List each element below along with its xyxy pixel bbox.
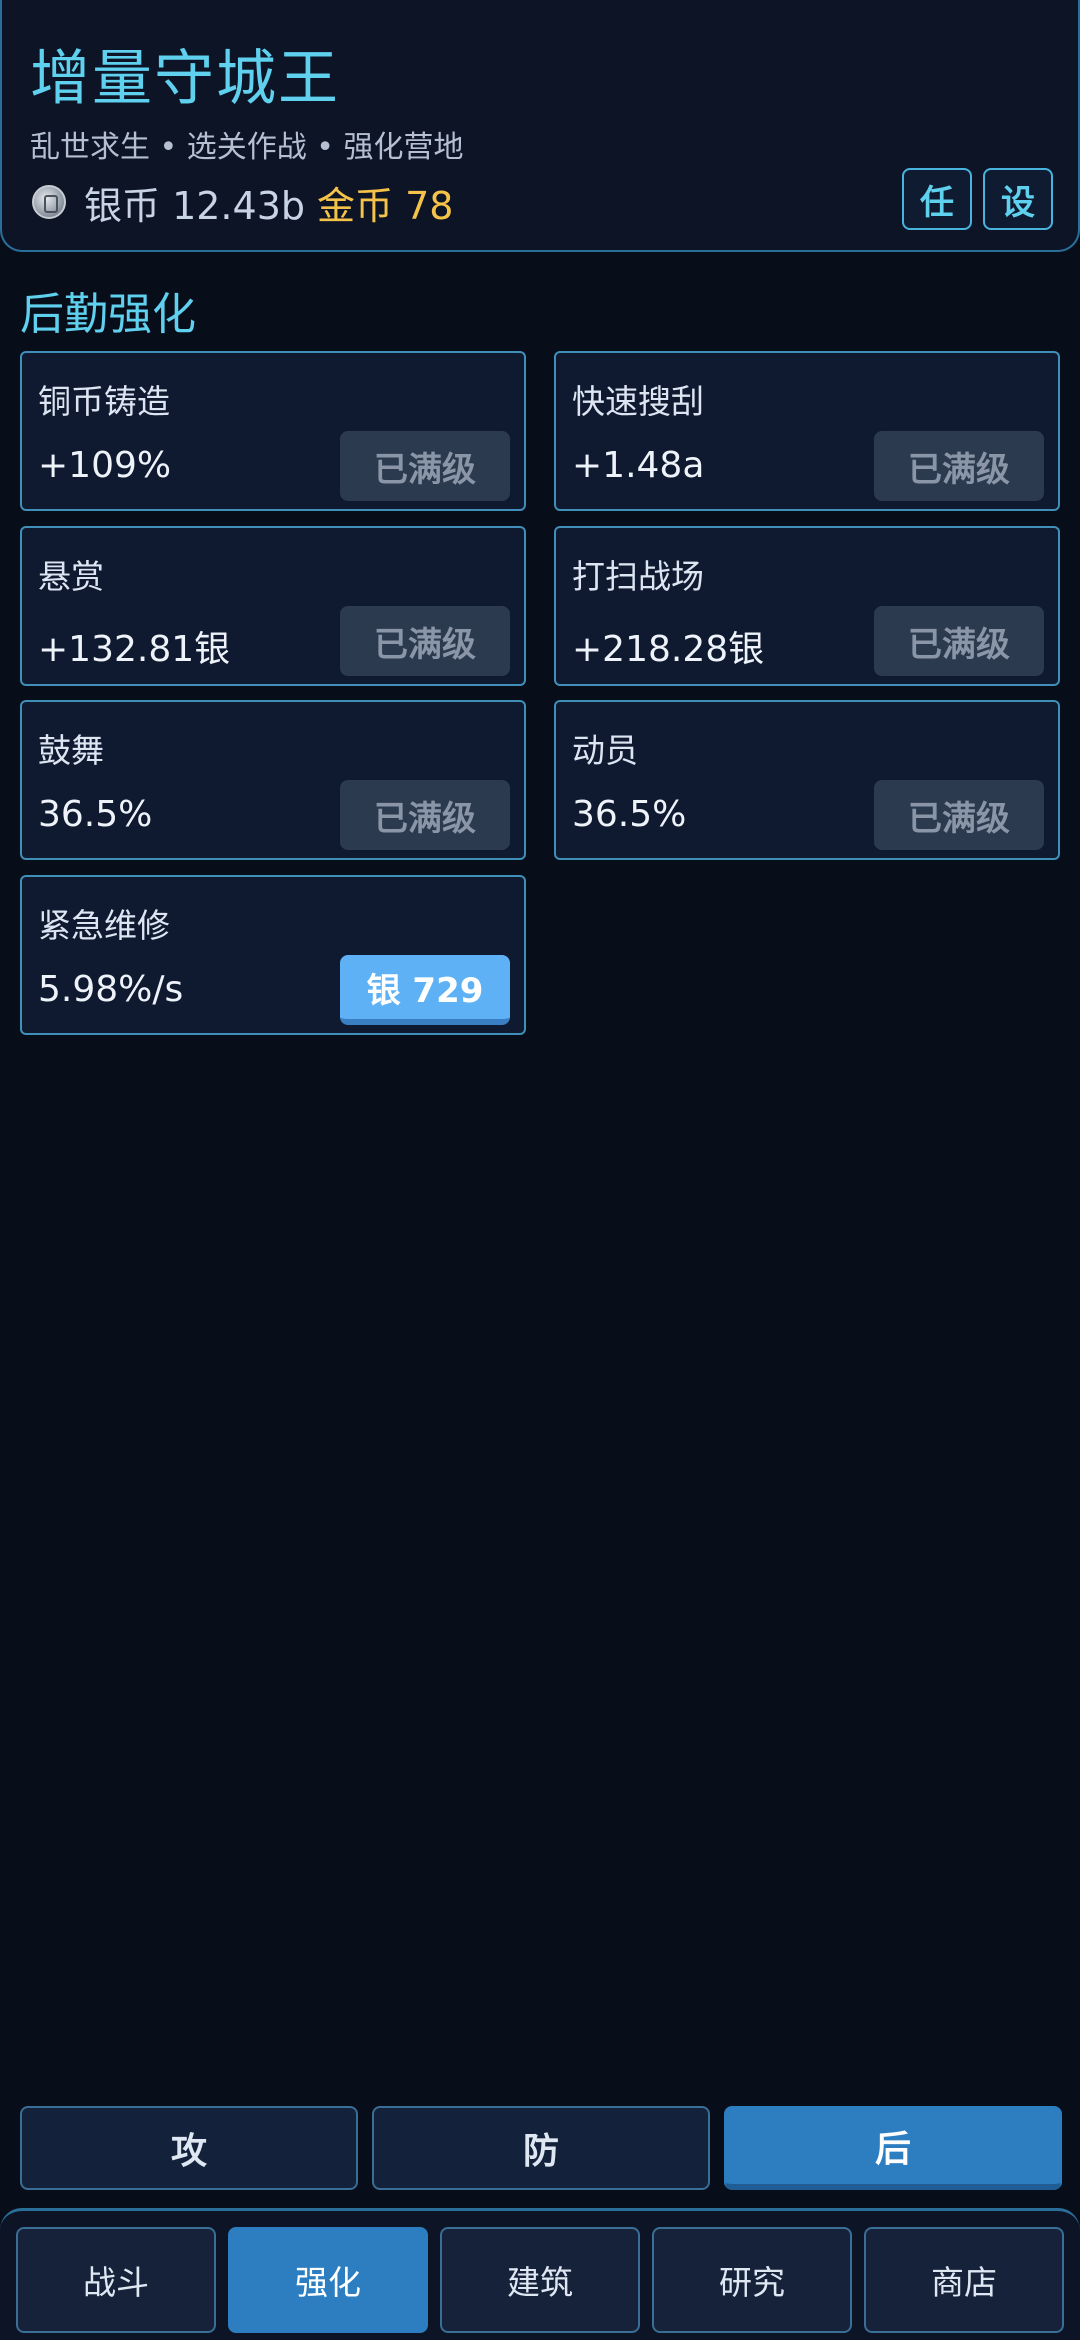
game-subtitle: 乱世求生 • 选关作战 • 强化营地 [30,130,464,165]
upgrade-value: +109% [38,445,172,486]
category-defense-button[interactable]: 防 [372,2106,710,2190]
upgrade-value: 36.5% [38,794,153,835]
upgrade-value: +218.28银 [572,629,765,670]
nav-shop-tab[interactable]: 商店 [864,2227,1064,2333]
bottom-nav: 战斗 强化 建筑 研究 商店 [0,2208,1080,2340]
silver-coin-icon [32,185,66,219]
nav-research-tab[interactable]: 研究 [652,2227,852,2333]
silver-balance: 银币 12.43b [84,183,305,228]
upgrade-name: 悬赏 [38,557,104,596]
upgrade-card-sweep-battlefield: 打扫战场 +218.28银 已满级 [554,526,1060,686]
upgrade-maxed-button[interactable]: 已满级 [874,606,1044,676]
category-logistics-button[interactable]: 后 [724,2106,1062,2190]
upgrade-name: 铜币铸造 [38,382,170,421]
upgrade-maxed-button[interactable]: 已满级 [340,780,510,850]
upgrade-buy-button[interactable]: 银 729 [340,955,510,1025]
upgrade-maxed-button[interactable]: 已满级 [874,431,1044,501]
upgrade-value: 5.98%/s [38,969,184,1010]
category-attack-button[interactable]: 攻 [20,2106,358,2190]
upgrade-name: 动员 [572,731,638,770]
upgrade-name: 鼓舞 [38,731,104,770]
upgrade-card-mobilize: 动员 36.5% 已满级 [554,700,1060,860]
section-title: 后勤强化 [20,289,196,340]
header-panel: 增量守城王 乱世求生 • 选关作战 • 强化营地 银币 12.43b 金币 78… [0,0,1080,252]
game-screen: 增量守城王 乱世求生 • 选关作战 • 强化营地 银币 12.43b 金币 78… [0,0,1080,2340]
upgrade-name: 打扫战场 [572,557,704,596]
game-title: 增量守城王 [30,44,340,114]
upgrade-card-copper-minting: 铜币铸造 +109% 已满级 [20,351,526,511]
upgrade-maxed-button[interactable]: 已满级 [340,606,510,676]
upgrade-maxed-button[interactable]: 已满级 [340,431,510,501]
nav-battle-tab[interactable]: 战斗 [16,2227,216,2333]
upgrade-value: +132.81银 [38,629,231,670]
upgrade-value: +1.48a [572,445,705,486]
upgrade-card-bounty: 悬赏 +132.81银 已满级 [20,526,526,686]
upgrade-name: 快速搜刮 [572,382,704,421]
tasks-button[interactable]: 任 [902,168,972,230]
nav-upgrade-tab[interactable]: 强化 [228,2227,428,2333]
upgrade-card-quick-loot: 快速搜刮 +1.48a 已满级 [554,351,1060,511]
settings-button[interactable]: 设 [983,168,1053,230]
upgrade-name: 紧急维修 [38,906,170,945]
upgrade-card-inspire: 鼓舞 36.5% 已满级 [20,700,526,860]
upgrade-value: 36.5% [572,794,687,835]
currency-bar: 银币 12.43b 金币 78 [32,176,453,228]
upgrade-card-emergency-repair: 紧急维修 5.98%/s 银 729 [20,875,526,1035]
nav-building-tab[interactable]: 建筑 [440,2227,640,2333]
gold-balance: 金币 78 [317,183,454,228]
upgrade-maxed-button[interactable]: 已满级 [874,780,1044,850]
